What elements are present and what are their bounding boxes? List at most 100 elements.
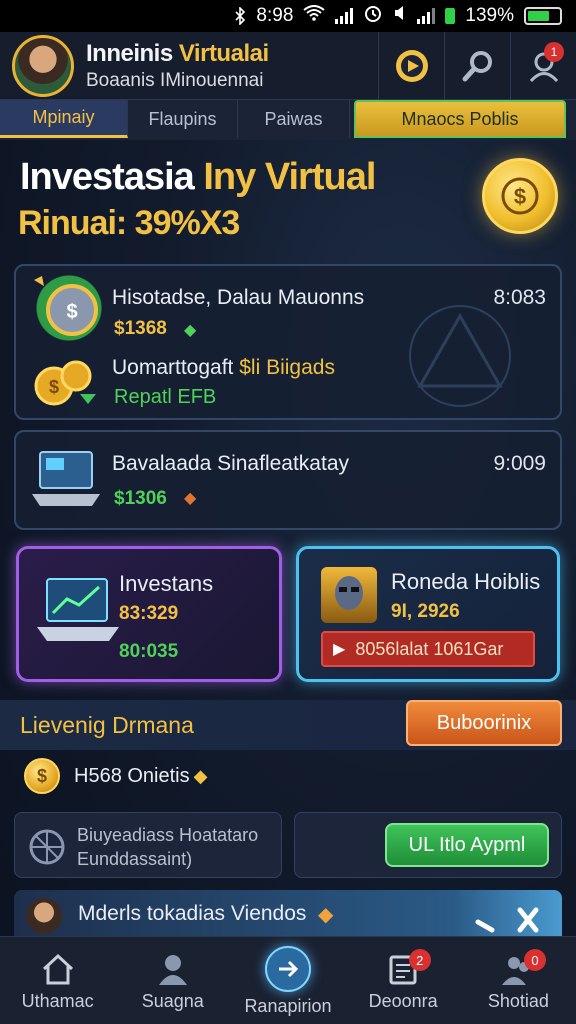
- promo-left-value: 83:329: [119, 603, 179, 624]
- play-location-button[interactable]: [378, 32, 444, 100]
- close-x-icon: [475, 907, 539, 933]
- app-title-main: Inneinis: [86, 39, 173, 67]
- profile-alerts-button[interactable]: 1: [510, 32, 576, 100]
- investment-title: Hisotadse, Dalau Mauonns: [112, 286, 365, 309]
- nav-transfer-label: Ranapirion: [244, 995, 332, 1016]
- app-header: Inneinis Virtualai Boaanis IMinouennai 1: [0, 32, 576, 100]
- nav-home[interactable]: Uthamac: [0, 937, 115, 1024]
- coin-icon: $: [24, 758, 60, 794]
- promo-right-title: Roneda Hoiblis: [391, 569, 541, 594]
- battery-percent: 139%: [465, 5, 514, 26]
- coins-row: $ H568 Onietis ◆: [24, 758, 207, 794]
- news-banner[interactable]: Mderls tokadias Viendos ◆: [14, 890, 562, 936]
- battery-icon: [524, 7, 562, 25]
- leaderboard-title: Lievenig Drmana: [20, 712, 194, 738]
- signal-icon: [335, 8, 354, 24]
- signal-icon-2: [417, 8, 436, 24]
- dollar-coin-icon: $: [501, 177, 539, 215]
- gem-icon-2: ◆: [184, 490, 197, 507]
- gem-icon: ◆: [184, 322, 197, 339]
- notification-badge: 1: [544, 42, 564, 62]
- nav-profile[interactable]: Suagna: [115, 937, 230, 1024]
- promo-play-button[interactable]: ▶ 8056lalat 1061Gar: [321, 631, 535, 667]
- laptop-chart-icon: [37, 578, 119, 641]
- nav-social[interactable]: 0 Shotiad: [461, 937, 576, 1024]
- hero-title-accent: Iny Virtual: [203, 156, 376, 198]
- wifi-icon: [303, 5, 326, 27]
- hero-title-main: Investasia: [20, 156, 195, 198]
- status-time: 8:98: [256, 5, 294, 26]
- bluetooth-icon: [234, 7, 246, 25]
- leaderboard-bar: Lievenig Drmana Buboorinix: [0, 700, 576, 750]
- alarm-icon: [363, 3, 383, 29]
- saving-plan-time: 9:009: [493, 452, 546, 475]
- info-panel-line1: Biuyeadiass Hoatataro: [77, 825, 259, 845]
- dollar-coin-button[interactable]: $: [482, 158, 558, 234]
- tab-bar: Mpinaiy Flaupins Paiwas Mnaocs Poblis: [0, 100, 576, 140]
- promo-left-sub: 80:035: [119, 641, 179, 662]
- saving-plan-amount: $1306: [114, 488, 167, 509]
- promo-card-investans[interactable]: Investans 83:329 80:035: [16, 546, 282, 682]
- tab-mnaocs-poblis[interactable]: Mnaocs Poblis: [354, 100, 566, 138]
- network-background-icon: [409, 305, 511, 407]
- investment-card-primary[interactable]: $ Hisotadse, Dalau Mauonns $1368 ◆ 8:083…: [14, 264, 562, 420]
- app-subtitle: Boaanis IMinouennai: [86, 69, 264, 91]
- gold-gem-icon: ◆: [193, 765, 208, 786]
- saving-plan-title: Bavalaada Sinafleatkatay: [112, 452, 349, 475]
- nav-profile-label: Suagna: [141, 990, 204, 1011]
- coins-label: H568 Onietis: [74, 764, 190, 787]
- globe-icon: [29, 829, 65, 865]
- nav-transfer[interactable]: Ranapirion: [230, 937, 345, 1024]
- arrow-right-icon: [264, 945, 311, 992]
- app-title-accent: Virtualai: [178, 39, 269, 67]
- coin-stack-icon: $: [28, 274, 110, 342]
- home-icon: [42, 953, 73, 984]
- play-pin-icon: [395, 50, 428, 82]
- info-panel-line2: Eunddassaint): [77, 849, 193, 869]
- tab-mpinaiy[interactable]: Mpinaiy: [0, 100, 128, 138]
- hero-subtitle: Rinuai: 39%X3: [18, 204, 240, 242]
- bonus-label-accent: $li Biigads: [239, 356, 335, 379]
- status-bar: 8:98 139%: [0, 0, 576, 32]
- social-badge: 0: [523, 949, 546, 971]
- robot-avatar-icon: [321, 567, 377, 623]
- bonus-label: Uomarttogaft $li Biigads: [112, 356, 335, 380]
- app-title: Inneinis Virtualai: [86, 40, 269, 68]
- play-icon: ▶: [333, 641, 346, 658]
- promo-left-title: Investans: [119, 571, 214, 596]
- tab-paiwas[interactable]: Paiwas: [238, 100, 350, 138]
- orange-gem-icon: ◆: [318, 904, 334, 926]
- svg-text:$: $: [66, 301, 77, 323]
- info-panel[interactable]: Biuyeadiass Hoatataro Eunddassaint): [14, 812, 282, 878]
- bonus-label-main: Uomarttogaft: [112, 356, 234, 379]
- bottom-nav: Uthamac Suagna Ranapirion 2 Deoonra 0 Sh…: [0, 936, 576, 1024]
- search-icon: [462, 51, 492, 82]
- nav-home-label: Uthamac: [21, 990, 94, 1011]
- promo-card-roneda[interactable]: Roneda Hoiblis 9I, 2926 ▶ 8056lalat 1061…: [296, 546, 560, 682]
- avatar[interactable]: [12, 34, 74, 97]
- user-icon: [158, 954, 187, 985]
- leaderboard-button[interactable]: Buboorinix: [406, 700, 562, 746]
- documents-badge: 2: [408, 949, 431, 971]
- laptop-icon: [30, 444, 102, 516]
- search-button[interactable]: [444, 32, 510, 100]
- promo-right-value: 9I, 2926: [391, 601, 460, 622]
- hero-title: Investasia Iny Virtual: [20, 156, 376, 199]
- promo-play-label: 8056lalat 1061Gar: [355, 638, 504, 659]
- tab-flaupins[interactable]: Flaupins: [128, 100, 238, 138]
- gold-coins-icon: $: [30, 354, 100, 410]
- investment-card-secondary[interactable]: Bavalaada Sinafleatkatay $1306 ◆ 9:009: [14, 430, 562, 530]
- nav-social-label: Shotiad: [487, 990, 549, 1011]
- news-label: Mderls tokadias Viendos: [78, 902, 307, 925]
- investment-time: 8:083: [493, 286, 546, 309]
- battery-saver-icon: [445, 8, 456, 24]
- nav-documents[interactable]: 2 Deoonra: [346, 937, 461, 1024]
- news-avatar: [26, 898, 62, 934]
- bonus-status: Repatl EFB: [114, 386, 217, 408]
- investment-amount: $1368: [114, 318, 167, 339]
- svg-text:$: $: [514, 184, 526, 209]
- mute-icon: [393, 4, 407, 28]
- action-button[interactable]: UL Itlo Aypml: [385, 823, 549, 867]
- svg-text:$: $: [49, 377, 59, 397]
- action-panel: UL Itlo Aypml: [294, 812, 562, 878]
